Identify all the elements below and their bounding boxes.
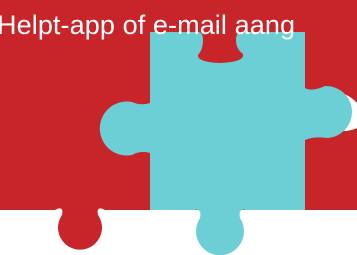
- caption-text: Helpt-app of e-mail aang: [0, 10, 296, 40]
- illustration: Helpt-app of e-mail aang: [0, 0, 357, 255]
